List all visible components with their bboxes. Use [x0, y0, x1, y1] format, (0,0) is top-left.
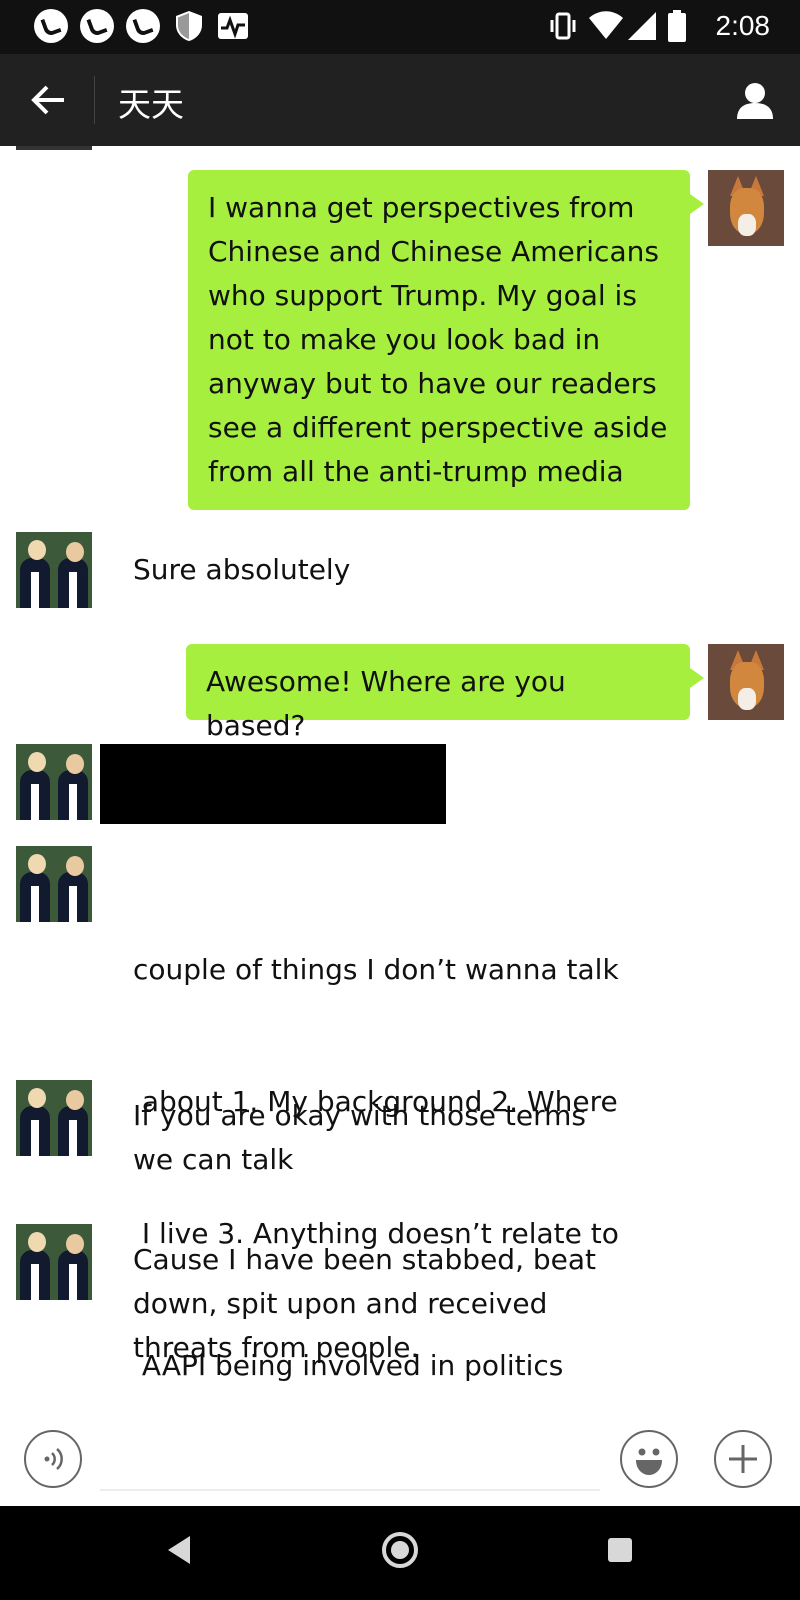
message-line: down, spit upon and received [133, 1287, 548, 1320]
redacted-message [100, 744, 446, 824]
message-line: Chinese and Chinese Americans [208, 235, 659, 268]
message-line: not to make you look bad in [208, 323, 601, 356]
message-line: anyway but to have our readers [208, 367, 657, 400]
more-options-button[interactable] [714, 1430, 772, 1488]
person-icon [737, 83, 773, 119]
nav-back-icon[interactable] [168, 1536, 190, 1564]
voice-input-button[interactable] [24, 1430, 82, 1488]
shield-icon [172, 9, 206, 43]
contact-avatar[interactable] [16, 1080, 92, 1156]
battery-icon [666, 9, 700, 43]
message-line: I wanna get perspectives from [208, 191, 635, 224]
message-line: we can talk [133, 1143, 294, 1176]
message-line: couple of things I don’t wanna talk [133, 953, 619, 986]
my-avatar[interactable] [708, 644, 784, 720]
notification-icon [34, 9, 68, 43]
message-text[interactable]: Sure absolutely [133, 548, 350, 592]
my-avatar[interactable] [708, 170, 784, 246]
message-line: If you are okay with those terms [133, 1099, 586, 1132]
profile-button[interactable] [730, 76, 780, 126]
nav-recents-icon[interactable] [608, 1538, 632, 1562]
activity-icon [216, 9, 250, 43]
system-nav-bar [0, 1506, 800, 1600]
message-line: see a different perspective aside [208, 411, 668, 444]
message-line: Awesome! Where are you based? [206, 665, 566, 742]
previous-message-remnant [16, 146, 92, 150]
message-line: threats from people. [133, 1331, 420, 1364]
message-bubble[interactable]: I wanna get perspectives from Chinese an… [188, 170, 704, 510]
message-line: Cause I have been stabbed, beat [133, 1243, 597, 1276]
message-line: Sure absolutely [133, 553, 351, 586]
emoji-icon [636, 1448, 662, 1475]
header-divider [94, 76, 95, 124]
contact-avatar[interactable] [16, 846, 92, 922]
vibrate-icon [546, 9, 580, 43]
chat-title: 天天 [118, 85, 184, 124]
clock-time: 2:08 [715, 10, 771, 41]
emoji-button[interactable] [620, 1430, 678, 1488]
contact-avatar[interactable] [16, 1224, 92, 1300]
chat-input-bar [0, 1396, 800, 1506]
contact-avatar[interactable] [16, 744, 92, 820]
message-input-field[interactable] [100, 1489, 600, 1491]
signal-icon [626, 9, 660, 43]
message-line: from all the anti-trump media [208, 455, 624, 488]
message-text[interactable]: If you are okay with those terms we can … [133, 1094, 586, 1182]
chat-header: 天天 [0, 54, 800, 146]
message-bubble[interactable]: Awesome! Where are you based? [186, 644, 704, 742]
arrow-left-icon [31, 85, 64, 115]
contact-avatar[interactable] [16, 532, 92, 608]
back-button[interactable] [22, 76, 74, 124]
status-bar: 2:08 [0, 0, 800, 54]
wifi-icon [588, 9, 623, 43]
chat-message-list[interactable]: I wanna get perspectives from Chinese an… [0, 146, 800, 1396]
nav-home-icon[interactable] [382, 1532, 418, 1568]
message-line: who support Trump. My goal is [208, 279, 637, 312]
plus-icon [729, 1445, 757, 1473]
voice-icon [44, 1448, 63, 1470]
notification-icon [80, 9, 114, 43]
message-text[interactable]: Cause I have been stabbed, beat down, sp… [133, 1238, 596, 1370]
notification-icon [126, 9, 160, 43]
